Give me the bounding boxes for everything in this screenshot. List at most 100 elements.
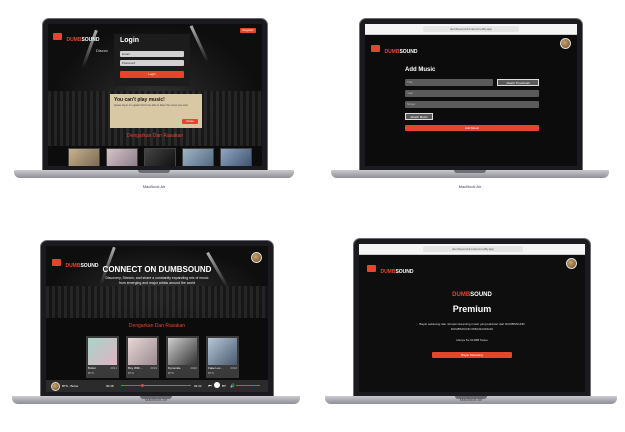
- screen-add-music: dumbsound-frontend.netlify.app DUMBSOUND…: [365, 24, 577, 166]
- brand-name: DUMBSOUND: [380, 269, 414, 275]
- laptop-model-label: MacBook Air: [458, 184, 482, 189]
- hero-subtitle-2: from emerging and major artists around t…: [118, 281, 196, 285]
- warning-popup: You can't play music! please log in or r…: [110, 94, 202, 128]
- progress-track[interactable]: [121, 384, 191, 387]
- song-card[interactable]: Boy With... 2019 BTS: [126, 336, 159, 378]
- hero-title: CONNECT ON DUMBSOUND: [102, 265, 212, 274]
- next-icon[interactable]: ⏭: [222, 383, 226, 388]
- browser-toolbar: dumbsound-frontend.netlify.app: [365, 24, 577, 35]
- avatar[interactable]: [560, 38, 571, 49]
- singer-input[interactable]: Singer: [405, 101, 539, 108]
- track-name: BTS - Butter: [62, 384, 79, 388]
- hero-subtitle-1: Discovery, Stream, and share a constantl…: [105, 276, 209, 280]
- progress-knob[interactable]: [140, 384, 144, 387]
- song-title: Boy With...: [128, 366, 143, 370]
- pay-now-button[interactable]: Bayar Sekarang: [432, 352, 512, 358]
- play-icon[interactable]: [214, 382, 220, 388]
- laptop-premium: dumbsound-frontend.netlify.app DUMBSOUND…: [325, 238, 617, 408]
- prev-icon[interactable]: ⏮: [208, 383, 212, 388]
- album-cover: [128, 338, 157, 365]
- premium-brand: DUMBSOUND: [452, 292, 492, 298]
- brand-name: DUMBSOUND: [384, 49, 418, 55]
- song-card[interactable]: Fake Lov... 2018 BTS: [206, 336, 239, 378]
- password-field[interactable]: Password: [120, 60, 184, 66]
- volume-track[interactable]: [236, 385, 260, 386]
- laptop-login: DUMBSOUND Register Discov Login Email Pa…: [14, 18, 294, 189]
- album-cover: [88, 338, 117, 365]
- song-title: Dynamite: [168, 366, 181, 370]
- attach-thumbnail-button[interactable]: Attach Thumbnail: [497, 79, 539, 86]
- login-button[interactable]: Login: [120, 71, 184, 78]
- album-thumb[interactable]: [68, 148, 100, 166]
- laptop-notch: [138, 170, 170, 173]
- laptop-lid: DUMBSOUND Register Discov Login Email Pa…: [42, 18, 268, 172]
- song-artist: BTS: [128, 371, 134, 375]
- brand-name: DUMBSOUND: [66, 37, 100, 43]
- laptop-lid: dumbsound-frontend.netlify.app DUMBSOUND…: [359, 18, 583, 172]
- login-modal: Login Email Password Login: [114, 34, 190, 86]
- attach-music-button[interactable]: Attach Music: [405, 113, 433, 120]
- song-year: 2018: [230, 366, 237, 370]
- song-title: Butter: [88, 366, 97, 370]
- warning-text: please log in or register first to be ab…: [114, 104, 188, 107]
- close-button[interactable]: Close: [182, 119, 198, 124]
- song-card[interactable]: Dynamite 2020 BTS: [166, 336, 199, 378]
- song-card[interactable]: Butter 2021 BTS: [86, 336, 119, 378]
- avatar[interactable]: [566, 258, 577, 269]
- account-label: Hanya Ke DUMB Sotue: [456, 338, 488, 342]
- song-artist: BTS: [208, 371, 214, 375]
- account-number: DUMBSOUND 0981312323232: [450, 327, 494, 331]
- player-bar: BTS - Butter 00:48 02:42 ⏮ ⏭ 🔊: [46, 380, 268, 392]
- logo-icon: [53, 33, 62, 41]
- header: DUMBSOUND: [367, 260, 414, 278]
- laptop-home: DUMBSOUND CONNECT ON DUMBSOUND Discovery…: [12, 240, 300, 408]
- logo-icon: [371, 45, 380, 53]
- year-input[interactable]: Year: [405, 90, 539, 97]
- header: DUMBSOUND: [371, 40, 418, 58]
- section-title: Dengarkan Dan Rasakan: [126, 133, 184, 139]
- add-music-button[interactable]: Add Music: [405, 125, 539, 131]
- laptop-notch: [454, 170, 486, 173]
- album-cover: [168, 338, 197, 365]
- hero-partial-text: Discov: [96, 48, 109, 53]
- section-title: Dengarkan Dan Rasakan: [128, 323, 186, 329]
- album-thumb[interactable]: [106, 148, 138, 166]
- song-artist: BTS: [88, 371, 94, 375]
- url-bar[interactable]: dumbsound-frontend.netlify.app: [423, 26, 519, 32]
- header: DUMBSOUND: [53, 28, 100, 46]
- premium-desc: Bayar sekarang dan nikmati streaming mus…: [419, 322, 525, 326]
- browser-toolbar: dumbsound-frontend.netlify.app: [359, 244, 585, 255]
- time-current: 00:48: [106, 384, 114, 388]
- laptop-model-label: MacBook Air: [459, 397, 483, 402]
- screen-home: DUMBSOUND CONNECT ON DUMBSOUND Discovery…: [46, 246, 268, 392]
- laptop-model-label: MacBook Air: [144, 397, 168, 402]
- song-title: Fake Lov...: [208, 366, 223, 370]
- song-year: 2021: [110, 366, 117, 370]
- register-button[interactable]: Register: [240, 28, 256, 33]
- laptop-lid: DUMBSOUND CONNECT ON DUMBSOUND Discovery…: [40, 240, 274, 398]
- volume-icon[interactable]: 🔊: [230, 383, 235, 388]
- login-title: Login: [120, 37, 140, 44]
- premium-title: Premium: [452, 304, 492, 314]
- album-thumb[interactable]: [182, 148, 214, 166]
- track-thumbnail: [51, 382, 60, 391]
- progress-fill: [121, 385, 142, 386]
- album-thumb[interactable]: [220, 148, 252, 166]
- volume-fill: [236, 385, 254, 386]
- warning-title: You can't play music!: [114, 97, 165, 103]
- logo-icon: [367, 265, 376, 273]
- song-artist: BTS: [168, 371, 174, 375]
- title-input[interactable]: Title: [405, 79, 493, 86]
- screen-premium: dumbsound-frontend.netlify.app DUMBSOUND…: [359, 244, 585, 392]
- url-bar[interactable]: dumbsound-frontend.netlify.app: [423, 246, 523, 252]
- page-title: Add Music: [405, 67, 436, 73]
- laptop-add-music: dumbsound-frontend.netlify.app DUMBSOUND…: [331, 18, 609, 189]
- laptop-model-label: MacBook Air: [142, 184, 166, 189]
- email-field[interactable]: Email: [120, 51, 184, 57]
- song-year: 2019: [150, 366, 157, 370]
- album-thumb[interactable]: [144, 148, 176, 166]
- time-total: 02:42: [194, 384, 202, 388]
- laptop-lid: dumbsound-frontend.netlify.app DUMBSOUND…: [353, 238, 591, 398]
- avatar[interactable]: [251, 252, 262, 263]
- screen-login: DUMBSOUND Register Discov Login Email Pa…: [48, 24, 262, 166]
